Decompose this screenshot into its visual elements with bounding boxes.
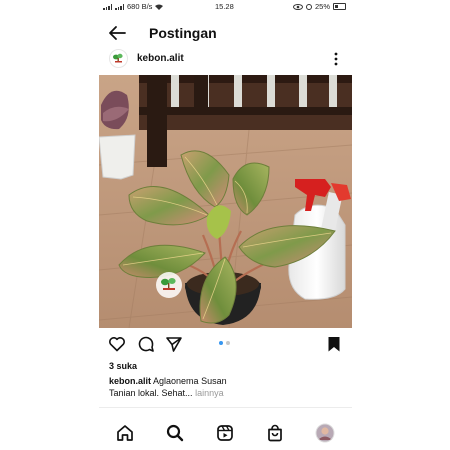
post-caption: kebon.alit Aglaonema Susan Tanian lokal.… xyxy=(109,375,345,399)
bottom-nav xyxy=(99,421,352,445)
like-count[interactable]: 3 suka xyxy=(109,361,137,371)
status-time: 15.28 xyxy=(215,2,234,11)
status-left: 680 B/s xyxy=(103,2,164,11)
eye-icon xyxy=(292,3,303,10)
more-vertical-icon[interactable] xyxy=(334,51,338,67)
heart-icon[interactable] xyxy=(108,335,126,353)
carousel-indicator xyxy=(219,341,230,345)
bookmark-icon[interactable] xyxy=(325,335,343,353)
wifi-icon xyxy=(155,4,164,10)
carousel-dot xyxy=(226,341,230,345)
post-username[interactable]: kebon.alit xyxy=(137,53,184,64)
reels-icon[interactable] xyxy=(215,423,235,443)
caption-more-link[interactable]: lainnya xyxy=(195,388,224,398)
top-app-bar: Postingan xyxy=(99,20,352,46)
comment-icon[interactable] xyxy=(137,335,155,353)
divider xyxy=(99,407,352,408)
post-image[interactable] xyxy=(99,75,352,328)
carousel-dot-active xyxy=(219,341,223,345)
post-actions xyxy=(99,333,352,355)
plant-photo xyxy=(99,75,352,328)
page-title: Postingan xyxy=(149,25,217,41)
battery-percent: 25% xyxy=(314,2,330,11)
home-icon[interactable] xyxy=(115,423,135,443)
arrow-left-icon[interactable] xyxy=(107,24,127,42)
alarm-icon xyxy=(305,3,312,10)
battery-icon xyxy=(333,3,346,10)
signal-icon xyxy=(103,3,112,10)
avatar[interactable] xyxy=(109,49,128,68)
signal-2-icon xyxy=(115,3,124,10)
caption-text: Aglaonema Susan xyxy=(153,376,227,386)
shop-icon[interactable] xyxy=(265,423,285,443)
post-header: kebon.alit xyxy=(99,46,352,72)
plant-logo-icon xyxy=(113,53,123,63)
profile-avatar[interactable] xyxy=(315,423,335,443)
status-bar: 680 B/s 15.28 25% xyxy=(99,0,352,14)
caption-line-2: Tanian lokal. Sehat... xyxy=(109,388,193,398)
search-icon[interactable] xyxy=(165,423,185,443)
phone-screen: 680 B/s 15.28 25% Postingan kebon.alit 3… xyxy=(99,0,352,450)
network-speed: 680 B/s xyxy=(127,2,153,11)
caption-username[interactable]: kebon.alit xyxy=(109,376,151,386)
send-icon[interactable] xyxy=(165,335,183,353)
status-right: 25% xyxy=(292,2,346,11)
